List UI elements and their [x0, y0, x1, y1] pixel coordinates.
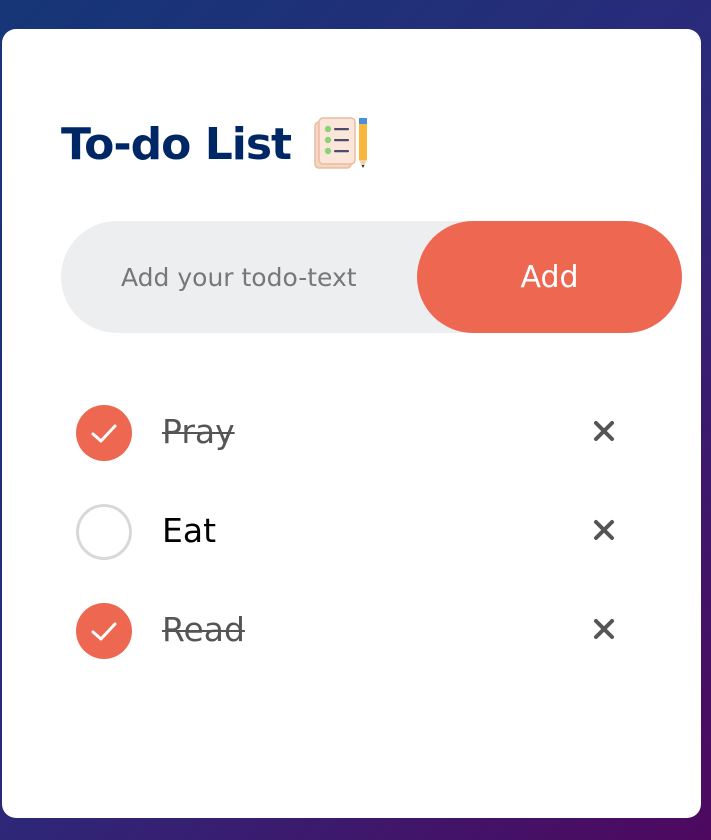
- todo-text-input[interactable]: [61, 221, 416, 333]
- check-icon: [91, 424, 117, 443]
- close-icon[interactable]: [586, 611, 622, 647]
- unchecked-checkbox[interactable]: [76, 504, 132, 560]
- header: To-do List: [61, 111, 371, 177]
- checked-checkbox[interactable]: [76, 603, 132, 659]
- todo-item-text: Read: [162, 610, 245, 649]
- checked-checkbox[interactable]: [76, 405, 132, 461]
- todo-item-text: Eat: [162, 511, 217, 550]
- add-button[interactable]: Add: [417, 221, 682, 333]
- page-title: To-do List: [61, 118, 292, 170]
- add-todo-row: Add: [61, 221, 682, 333]
- checklist-icon: [313, 116, 371, 172]
- todo-item[interactable]: Pray: [76, 404, 636, 503]
- todo-item-text: Pray: [162, 412, 235, 451]
- todo-item[interactable]: Read: [76, 602, 636, 701]
- close-icon[interactable]: [586, 413, 622, 449]
- todo-list: Pray Eat Read: [76, 404, 636, 701]
- todo-item[interactable]: Eat: [76, 503, 636, 602]
- check-icon: [91, 622, 117, 641]
- todo-card: To-do List Add your todo-text Add Pray E…: [2, 29, 701, 818]
- close-icon[interactable]: [586, 512, 622, 548]
